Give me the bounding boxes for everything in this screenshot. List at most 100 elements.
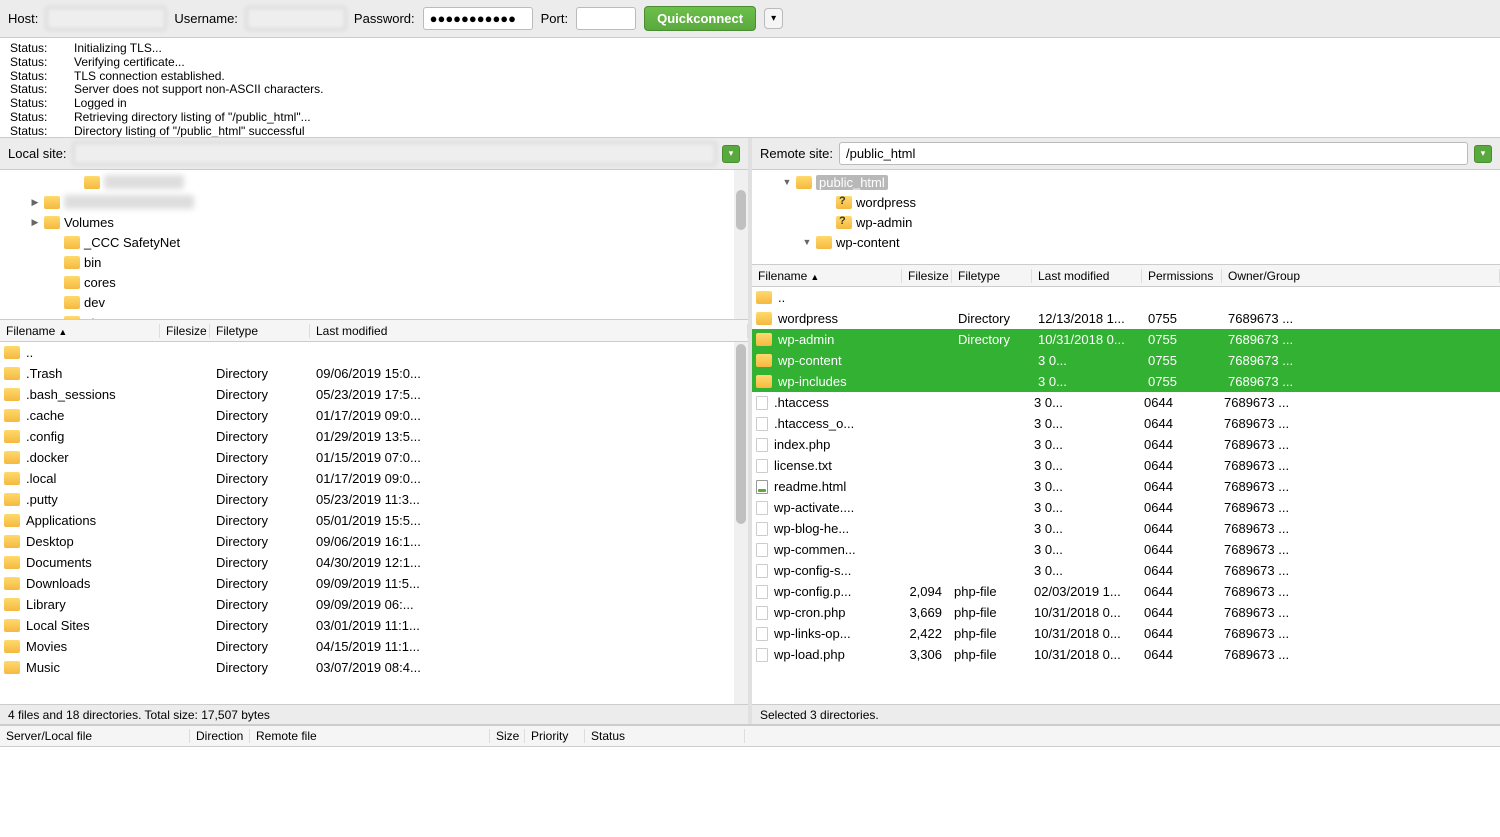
- scrollbar[interactable]: [734, 170, 748, 319]
- file-row[interactable]: wp-links-op...2,422php-file10/31/2018 0.…: [752, 623, 1500, 644]
- tree-item[interactable]: _CCC SafetyNet: [0, 232, 748, 252]
- tree-item[interactable]: wp-admin: [752, 212, 1500, 232]
- local-site-dropdown[interactable]: ▾: [722, 145, 740, 163]
- file-modified: 3 0...: [1028, 563, 1138, 578]
- username-input[interactable]: [246, 7, 346, 30]
- file-row[interactable]: license.txt3 0...06447689673 ...: [752, 455, 1500, 476]
- file-name: .putty: [20, 492, 160, 507]
- file-row[interactable]: Local SitesDirectory03/01/2019 11:1...: [0, 615, 748, 636]
- file-type: Directory: [210, 534, 310, 549]
- scrollbar[interactable]: [734, 342, 748, 704]
- col-lastmod: Last modified: [310, 324, 748, 338]
- file-row[interactable]: .htaccess3 0...06447689673 ...: [752, 392, 1500, 413]
- remote-tree[interactable]: ▼public_htmlwordpresswp-admin▼wp-content: [752, 170, 1500, 265]
- tree-item[interactable]: bin: [0, 252, 748, 272]
- file-row[interactable]: wp-cron.php3,669php-file10/31/2018 0...0…: [752, 602, 1500, 623]
- file-row[interactable]: wp-blog-he...3 0...06447689673 ...: [752, 518, 1500, 539]
- log-label: Status:: [10, 42, 58, 56]
- file-row[interactable]: DownloadsDirectory09/09/2019 11:5...: [0, 573, 748, 594]
- folder-icon: [4, 598, 20, 611]
- tree-item[interactable]: wordpress: [752, 192, 1500, 212]
- queue-header[interactable]: Server/Local file Direction Remote file …: [0, 725, 1500, 747]
- file-type: php-file: [948, 626, 1028, 641]
- disclosure-icon[interactable]: ▶: [30, 217, 40, 228]
- disclosure-icon[interactable]: ▼: [782, 177, 792, 187]
- file-name: readme.html: [768, 479, 898, 494]
- file-row[interactable]: .localDirectory01/17/2019 09:0...: [0, 468, 748, 489]
- remote-site-dropdown[interactable]: ▾: [1474, 145, 1492, 163]
- remote-file-list[interactable]: ..wordpressDirectory12/13/2018 1...07557…: [752, 287, 1500, 704]
- file-row[interactable]: .htaccess_o...3 0...06447689673 ...: [752, 413, 1500, 434]
- file-row[interactable]: .configDirectory01/29/2019 13:5...: [0, 426, 748, 447]
- file-row[interactable]: .puttyDirectory05/23/2019 11:3...: [0, 489, 748, 510]
- file-icon: [756, 606, 768, 620]
- file-owner: 7689673 ...: [1218, 500, 1500, 515]
- file-row[interactable]: MoviesDirectory04/15/2019 11:1...: [0, 636, 748, 657]
- tree-item[interactable]: ▶Volumes: [0, 212, 748, 232]
- file-row[interactable]: wp-load.php3,306php-file10/31/2018 0...0…: [752, 644, 1500, 665]
- tree-item[interactable]: ▼wp-content: [752, 232, 1500, 252]
- file-row[interactable]: readme.html3 0...06447689673 ...: [752, 476, 1500, 497]
- file-row[interactable]: .cacheDirectory01/17/2019 09:0...: [0, 405, 748, 426]
- file-row[interactable]: MusicDirectory03/07/2019 08:4...: [0, 657, 748, 678]
- file-row[interactable]: wp-config-s...3 0...06447689673 ...: [752, 560, 1500, 581]
- disclosure-icon[interactable]: ▼: [802, 237, 812, 247]
- tree-item[interactable]: [0, 172, 748, 192]
- tree-item[interactable]: cores: [0, 272, 748, 292]
- quickconnect-button[interactable]: Quickconnect: [644, 6, 756, 31]
- tree-label: _CCC SafetyNet: [84, 235, 180, 250]
- file-permissions: 0644: [1138, 500, 1218, 515]
- port-input[interactable]: [576, 7, 636, 30]
- file-row[interactable]: .TrashDirectory09/06/2019 15:0...: [0, 363, 748, 384]
- host-input[interactable]: [46, 7, 166, 30]
- folder-icon: [64, 256, 80, 269]
- password-input[interactable]: [423, 7, 533, 30]
- log-message: Logged in: [74, 97, 127, 111]
- file-modified: 03/01/2019 11:1...: [310, 618, 748, 633]
- file-owner: 7689673 ...: [1218, 605, 1500, 620]
- tree-item[interactable]: ▶: [0, 192, 748, 212]
- col-filesize: Filesize: [902, 269, 952, 283]
- file-permissions: 0644: [1138, 542, 1218, 557]
- file-row[interactable]: DesktopDirectory09/06/2019 16:1...: [0, 531, 748, 552]
- remote-list-header[interactable]: Filename▲ Filesize Filetype Last modifie…: [752, 265, 1500, 287]
- file-permissions: 0755: [1142, 311, 1222, 326]
- quickconnect-dropdown[interactable]: ▾: [764, 8, 783, 29]
- folder-icon: [84, 176, 100, 189]
- file-modified: 3 0...: [1028, 416, 1138, 431]
- col-permissions: Permissions: [1142, 269, 1222, 283]
- file-row[interactable]: DocumentsDirectory04/30/2019 12:1...: [0, 552, 748, 573]
- file-row[interactable]: wordpressDirectory12/13/2018 1...0755768…: [752, 308, 1500, 329]
- file-permissions: 0755: [1142, 353, 1222, 368]
- disclosure-icon[interactable]: ▶: [30, 197, 40, 208]
- file-modified: 10/31/2018 0...: [1028, 647, 1138, 662]
- folder-icon: [64, 276, 80, 289]
- remote-site-input[interactable]: [839, 142, 1468, 165]
- local-site-input[interactable]: [73, 142, 716, 165]
- tree-item[interactable]: ▼public_html: [752, 172, 1500, 192]
- tree-item[interactable]: dev: [0, 292, 748, 312]
- file-row[interactable]: .bash_sessionsDirectory05/23/2019 17:5..…: [0, 384, 748, 405]
- file-row[interactable]: ..: [752, 287, 1500, 308]
- file-row[interactable]: wp-content3 0...07557689673 ...: [752, 350, 1500, 371]
- file-row[interactable]: index.php3 0...06447689673 ...: [752, 434, 1500, 455]
- local-tree[interactable]: ▶ ▶Volumes _CCC SafetyNet bincoresdevetc: [0, 170, 748, 320]
- queue-body[interactable]: [0, 747, 1500, 837]
- file-row[interactable]: wp-config.p...2,094php-file02/03/2019 1.…: [752, 581, 1500, 602]
- file-row[interactable]: .dockerDirectory01/15/2019 07:0...: [0, 447, 748, 468]
- file-row[interactable]: wp-commen...3 0...06447689673 ...: [752, 539, 1500, 560]
- file-row[interactable]: wp-activate....3 0...06447689673 ...: [752, 497, 1500, 518]
- file-size: 2,094: [898, 584, 948, 599]
- local-file-list[interactable]: ...TrashDirectory09/06/2019 15:0....bash…: [0, 342, 748, 704]
- file-name: index.php: [768, 437, 898, 452]
- file-row[interactable]: ..: [0, 342, 748, 363]
- file-name: Documents: [20, 555, 160, 570]
- file-row[interactable]: ApplicationsDirectory05/01/2019 15:5...: [0, 510, 748, 531]
- file-row[interactable]: wp-adminDirectory10/31/2018 0...07557689…: [752, 329, 1500, 350]
- file-name: wp-links-op...: [768, 626, 898, 641]
- tree-item[interactable]: etc: [0, 312, 748, 320]
- file-owner: 7689673 ...: [1218, 395, 1500, 410]
- file-row[interactable]: LibraryDirectory09/09/2019 06:...: [0, 594, 748, 615]
- local-list-header[interactable]: Filename▲ Filesize Filetype Last modifie…: [0, 320, 748, 342]
- file-row[interactable]: wp-includes3 0...07557689673 ...: [752, 371, 1500, 392]
